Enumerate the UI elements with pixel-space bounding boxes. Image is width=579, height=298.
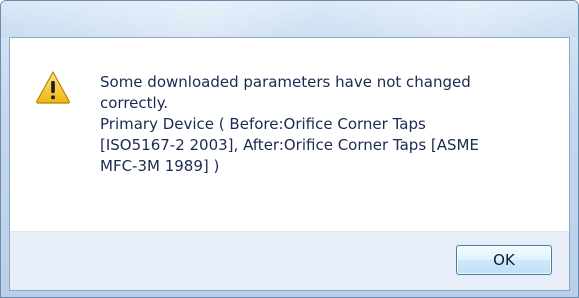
dialog-content: Some downloaded parameters have not chan… (10, 38, 569, 234)
title-bar[interactable] (1, 1, 578, 37)
ok-button[interactable]: OK (456, 245, 552, 275)
message-dialog: Some downloaded parameters have not chan… (0, 0, 579, 298)
button-area: OK (10, 231, 569, 290)
warning-icon (35, 70, 71, 104)
dialog-client-area: Some downloaded parameters have not chan… (9, 37, 570, 291)
dialog-message: Some downloaded parameters have not chan… (100, 73, 479, 175)
